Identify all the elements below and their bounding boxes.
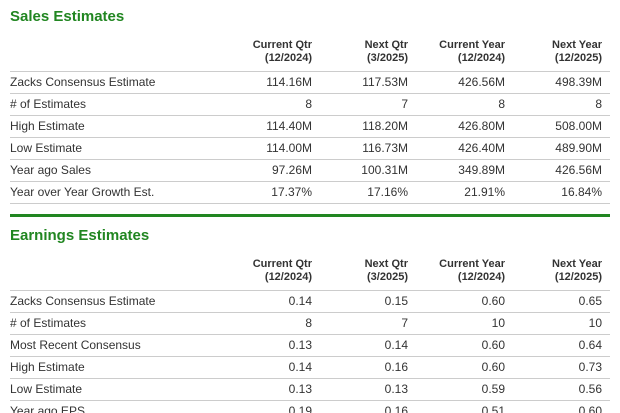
cell-value: 16.84% <box>561 185 602 199</box>
cell-value: 0.14 <box>288 294 312 308</box>
table-row: Low Estimate 0.13 0.13 0.59 0.56 <box>10 378 610 401</box>
cell-value: 426.80M <box>458 119 505 133</box>
cell-value: 0.64 <box>578 338 602 352</box>
row-label: Zacks Consensus Estimate <box>10 294 156 308</box>
section-divider <box>10 214 610 217</box>
row-label: Year ago Sales <box>10 163 91 177</box>
row-label: Year over Year Growth Est. <box>10 185 155 199</box>
row-label: High Estimate <box>10 119 85 133</box>
column-header-next-year: Next Year (12/2025) <box>552 39 602 64</box>
table-row: Most Recent Consensus 0.13 0.14 0.60 0.6… <box>10 334 610 357</box>
table-row: # of Estimates 8 7 10 10 <box>10 312 610 335</box>
table-header-row: Current Qtr (12/2024) Next Qtr (3/2025) … <box>10 35 610 72</box>
table-row: Year over Year Growth Est. 17.37% 17.16%… <box>10 181 610 204</box>
table-row: Zacks Consensus Estimate 0.14 0.15 0.60 … <box>10 290 610 313</box>
cell-value: 116.73M <box>362 141 408 155</box>
row-label: Zacks Consensus Estimate <box>10 75 156 89</box>
row-label: Low Estimate <box>10 382 83 396</box>
cell-value: 0.16 <box>384 404 408 413</box>
column-header-current-qtr: Current Qtr (12/2024) <box>252 258 312 283</box>
cell-value: 114.16M <box>266 75 312 89</box>
cell-value: 114.00M <box>266 141 312 155</box>
section-title-earnings: Earnings Estimates <box>10 227 150 244</box>
cell-value: 0.60 <box>578 404 602 413</box>
column-header-empty <box>10 35 216 72</box>
cell-value: 0.14 <box>384 338 408 352</box>
table-row: Year ago EPS 0.19 0.16 0.51 0.60 <box>10 400 610 413</box>
estimates-page: Sales Estimates Current Qtr (12/2024) Ne… <box>0 0 620 413</box>
cell-value: 0.13 <box>384 382 408 396</box>
cell-value: 8 <box>305 97 312 111</box>
cell-value: 0.56 <box>578 382 602 396</box>
cell-value: 0.13 <box>288 338 312 352</box>
column-header-current-qtr: Current Qtr (12/2024) <box>252 39 312 64</box>
cell-value: 0.51 <box>481 404 505 413</box>
table-row: Low Estimate 114.00M 116.73M 426.40M 489… <box>10 137 610 160</box>
table-header-row: Current Qtr (12/2024) Next Qtr (3/2025) … <box>10 254 610 291</box>
cell-value: 0.14 <box>288 360 312 374</box>
cell-value: 0.59 <box>481 382 505 396</box>
cell-value: 0.16 <box>384 360 408 374</box>
cell-value: 0.65 <box>578 294 602 308</box>
table-row: High Estimate 114.40M 118.20M 426.80M 50… <box>10 115 610 138</box>
cell-value: 349.89M <box>458 163 505 177</box>
cell-value: 508.00M <box>555 119 602 133</box>
table-row: Year ago Sales 97.26M 100.31M 349.89M 42… <box>10 159 610 182</box>
cell-value: 0.60 <box>481 360 505 374</box>
cell-value: 8 <box>498 97 505 111</box>
sales-estimates-section: Sales Estimates Current Qtr (12/2024) Ne… <box>10 8 610 204</box>
row-label: Most Recent Consensus <box>10 338 141 352</box>
cell-value: 426.40M <box>458 141 505 155</box>
section-title-sales: Sales Estimates <box>10 8 125 25</box>
cell-value: 0.15 <box>384 294 408 308</box>
cell-value: 7 <box>401 97 408 111</box>
column-header-empty <box>10 254 216 291</box>
cell-value: 0.19 <box>288 404 312 413</box>
cell-value: 10 <box>588 316 602 330</box>
cell-value: 10 <box>491 316 505 330</box>
cell-value: 8 <box>305 316 312 330</box>
column-header-next-qtr: Next Qtr (3/2025) <box>364 39 408 64</box>
column-header-next-year: Next Year (12/2025) <box>552 258 602 283</box>
table-row: High Estimate 0.14 0.16 0.60 0.73 <box>10 356 610 379</box>
earnings-estimates-section: Earnings Estimates Current Qtr (12/2024)… <box>10 227 610 413</box>
earnings-estimates-table: Current Qtr (12/2024) Next Qtr (3/2025) … <box>10 254 610 413</box>
cell-value: 0.60 <box>481 294 505 308</box>
row-label: High Estimate <box>10 360 85 374</box>
cell-value: 0.60 <box>481 338 505 352</box>
column-header-next-qtr: Next Qtr (3/2025) <box>364 258 408 283</box>
cell-value: 426.56M <box>458 75 505 89</box>
sales-estimates-table: Current Qtr (12/2024) Next Qtr (3/2025) … <box>10 35 610 204</box>
cell-value: 8 <box>595 97 602 111</box>
cell-value: 426.56M <box>555 163 602 177</box>
column-header-current-year: Current Year (12/2024) <box>439 39 505 64</box>
cell-value: 100.31M <box>361 163 408 177</box>
column-header-current-year: Current Year (12/2024) <box>439 258 505 283</box>
cell-value: 0.13 <box>288 382 312 396</box>
cell-value: 498.39M <box>555 75 602 89</box>
cell-value: 21.91% <box>464 185 505 199</box>
row-label: # of Estimates <box>10 316 87 330</box>
cell-value: 17.16% <box>367 185 408 199</box>
cell-value: 489.90M <box>555 141 602 155</box>
cell-value: 117.53M <box>362 75 408 89</box>
cell-value: 118.20M <box>362 119 408 133</box>
table-row: Zacks Consensus Estimate 114.16M 117.53M… <box>10 71 610 94</box>
cell-value: 17.37% <box>271 185 312 199</box>
cell-value: 7 <box>401 316 408 330</box>
cell-value: 97.26M <box>271 163 312 177</box>
row-label: Year ago EPS <box>10 404 85 413</box>
row-label: Low Estimate <box>10 141 83 155</box>
table-row: # of Estimates 8 7 8 8 <box>10 93 610 116</box>
cell-value: 0.73 <box>578 360 602 374</box>
row-label: # of Estimates <box>10 97 87 111</box>
cell-value: 114.40M <box>266 119 312 133</box>
